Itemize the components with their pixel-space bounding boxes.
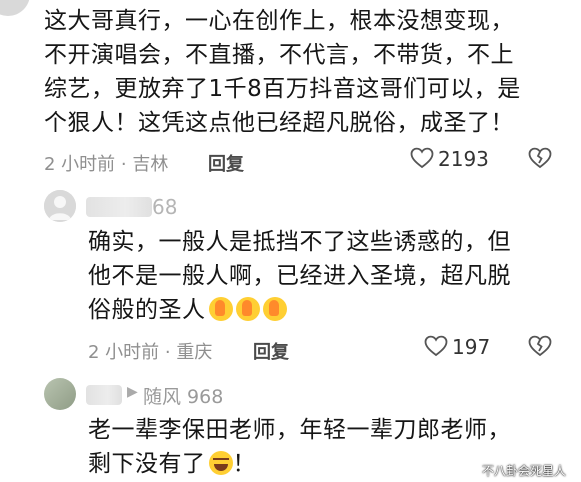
comment-text-line: 综艺，更放弃了1千8百万抖音这哥们可以，是 — [44, 76, 521, 102]
comment-text-line-with-emoji: 俗般的圣人 — [88, 293, 287, 327]
thumbs-up-emoji — [235, 297, 260, 321]
avatar[interactable] — [44, 378, 76, 410]
comment-text-line: 个狠人！这凭这点他已经超凡脱俗，成圣了！ — [44, 110, 514, 136]
comment-time-location: 2 小时前 · 重庆 — [88, 342, 213, 363]
comment-text-line-with-emoji: 剩下没有了 ！ — [88, 447, 256, 481]
comment-text-line: 不开演唱会，不直播，不代言，不带货，不上 — [44, 42, 514, 68]
reply-button[interactable]: 回复 — [208, 150, 244, 176]
comment-time-location: 2 小时前 · 吉林 — [44, 154, 169, 175]
reply-to-username[interactable]: 随风 968 — [143, 382, 223, 409]
comment-text-line: 这大哥真行，一心在创作上，根本没想变现， — [44, 8, 514, 34]
comment-text: 剩下没有了 — [88, 451, 206, 477]
username-blurred — [86, 197, 152, 217]
comment-text-line: 老一辈李保田老师，年轻一辈刀郎老师， — [88, 417, 511, 443]
heart-icon[interactable] — [410, 147, 434, 169]
dislike-broken-heart-icon[interactable] — [528, 335, 552, 357]
avatar[interactable] — [44, 190, 76, 222]
watermark: 不八卦会死星人 — [482, 464, 567, 478]
avatar[interactable] — [0, 0, 30, 16]
comment-text-line: 确实，一般人是抵挡不了这些诱惑的，但 — [88, 229, 511, 255]
username-suffix: 68 — [152, 195, 178, 219]
comment-text-line: 他不是一般人啊，已经进入圣境，超凡脱 — [88, 263, 511, 289]
dislike-broken-heart-icon[interactable] — [528, 147, 552, 169]
default-avatar-icon — [44, 190, 76, 222]
thumbs-up-emoji — [262, 297, 287, 321]
username-blurred — [86, 385, 122, 405]
reply-to-arrow-icon: ▶ — [127, 384, 138, 400]
like-count: 197 — [452, 335, 491, 359]
comment-text: ！ — [232, 451, 256, 477]
laughing-emoji — [208, 451, 233, 475]
comment-text: 俗般的圣人 — [88, 297, 206, 323]
reply-button[interactable]: 回复 — [253, 338, 289, 364]
thumbs-up-emoji — [208, 297, 233, 321]
heart-icon[interactable] — [424, 335, 448, 357]
like-count: 2193 — [438, 147, 489, 171]
